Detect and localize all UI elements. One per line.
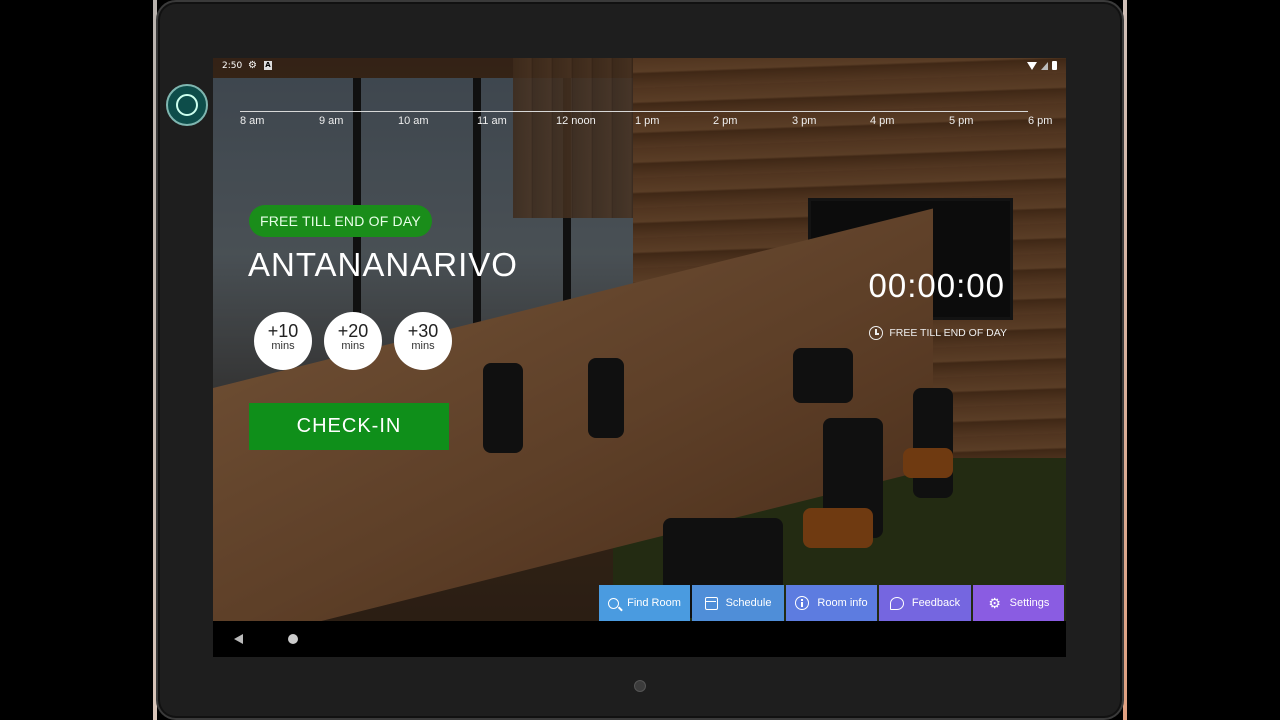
feedback-button[interactable]: Feedback: [879, 585, 971, 621]
timeline-tick: 6 pm: [1028, 115, 1053, 127]
timeline-tick: 9 am: [319, 115, 344, 127]
countdown-timer: 00:00:00: [868, 267, 1005, 304]
gear-icon: ⚙: [248, 60, 257, 71]
android-status-bar: 2:50 ⚙ A: [213, 58, 1066, 75]
find-room-button[interactable]: Find Room: [599, 585, 690, 621]
menu-label: Room info: [817, 597, 868, 609]
bottom-menu-bar: Find Room Schedule Room info Feedback ⚙ …: [599, 585, 1064, 621]
status-icons: [1027, 61, 1057, 70]
timer-status: FREE TILL END OF DAY: [869, 326, 1007, 340]
availability-badge: FREE TILL END OF DAY: [249, 205, 432, 237]
search-icon: [608, 597, 620, 609]
timeline-tick: 12 noon: [556, 115, 596, 127]
menu-label: Settings: [1009, 597, 1050, 609]
tablet-screen: 2:50 ⚙ A 8 am 9 am 10 am 11 am 12 noon 1…: [213, 58, 1066, 657]
notification-a-icon: A: [264, 61, 272, 70]
home-icon[interactable]: [288, 634, 298, 644]
circle-icon: [176, 94, 198, 116]
menu-label: Feedback: [911, 597, 961, 609]
timeline-tick: 11 am: [477, 115, 507, 127]
schedule-button[interactable]: Schedule: [692, 585, 784, 621]
extend-30-button[interactable]: +30 mins: [394, 312, 452, 370]
back-icon[interactable]: [234, 634, 243, 644]
page: 2:50 ⚙ A 8 am 9 am 10 am 11 am 12 noon 1…: [0, 0, 1280, 720]
clock-icon: [869, 326, 884, 340]
floating-assistant-bubble[interactable]: [166, 84, 208, 126]
extend-20-button[interactable]: +20 mins: [324, 312, 382, 370]
menu-label: Find Room: [627, 597, 681, 609]
timeline-tick: 10 am: [398, 115, 429, 127]
menu-label: Schedule: [725, 597, 772, 609]
chat-icon: [889, 596, 904, 610]
extend-unit: mins: [341, 340, 365, 352]
android-nav-bar: [213, 621, 1066, 657]
timeline-tick: 3 pm: [792, 115, 817, 127]
info-icon: [795, 596, 810, 610]
timeline-axis: [240, 111, 1028, 112]
room-info-button[interactable]: Room info: [786, 585, 877, 621]
battery-icon: [1052, 61, 1057, 70]
signal-icon: [1041, 61, 1048, 70]
wifi-icon: [1027, 61, 1037, 70]
extend-unit: mins: [411, 340, 435, 352]
gear-icon: ⚙: [988, 595, 1001, 611]
tablet-home-button[interactable]: [634, 680, 646, 692]
extend-10-button[interactable]: +10 mins: [254, 312, 312, 370]
timeline-tick: 2 pm: [713, 115, 738, 127]
settings-button[interactable]: ⚙ Settings: [973, 585, 1064, 621]
extend-unit: mins: [271, 340, 295, 352]
timer-status-label: FREE TILL END OF DAY: [889, 327, 1007, 339]
status-time: 2:50: [222, 61, 243, 71]
check-in-button[interactable]: CHECK-IN: [249, 403, 449, 450]
timeline-tick: 5 pm: [949, 115, 974, 127]
timeline-tick: 1 pm: [635, 115, 660, 127]
extend-value: +30: [407, 321, 439, 341]
timeline-tick: 4 pm: [870, 115, 895, 127]
extend-value: +20: [337, 321, 369, 341]
room-name: ANTANANARIVO: [248, 246, 518, 283]
calendar-icon: [704, 596, 718, 610]
timeline-tick: 8 am: [240, 115, 265, 127]
extend-value: +10: [267, 321, 299, 341]
